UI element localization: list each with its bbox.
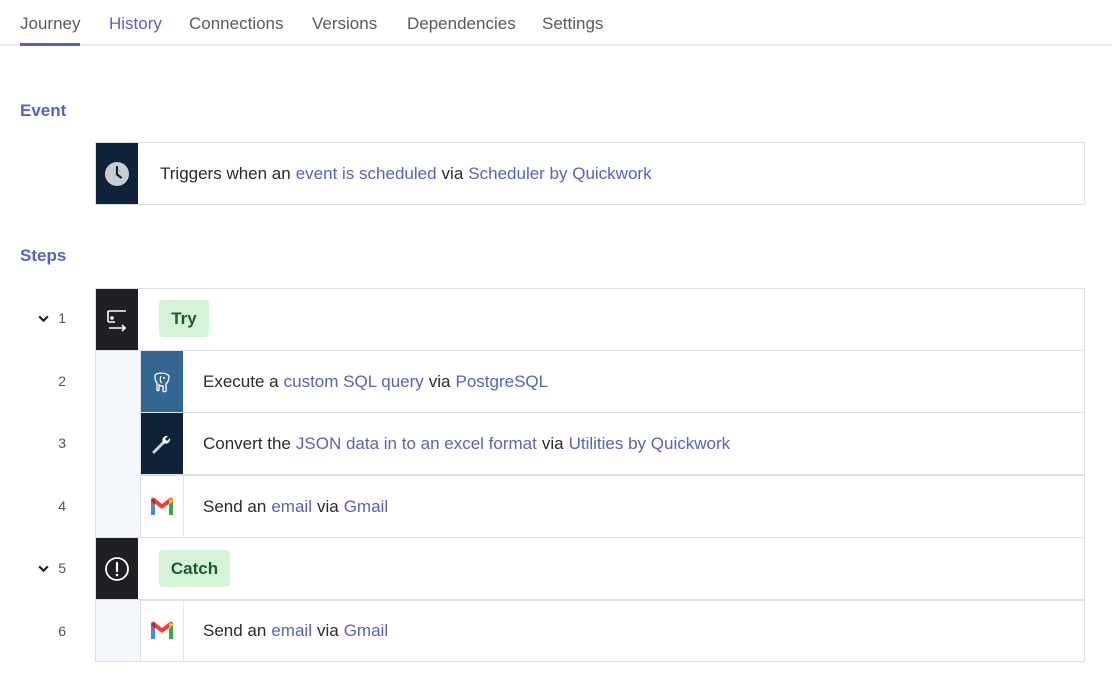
step-row-6[interactable]: Send an email via Gmail xyxy=(140,600,1085,662)
tab-journey[interactable]: Journey xyxy=(20,14,81,46)
tab-connections[interactable]: Connections xyxy=(189,14,284,34)
step-2-action-link[interactable]: custom SQL query xyxy=(284,372,424,392)
step-2-text: Execute a custom SQL query via PostgreSQ… xyxy=(203,371,549,392)
clock-icon xyxy=(96,143,138,204)
steps-section-title: Steps xyxy=(20,246,67,265)
event-app-link[interactable]: Scheduler by Quickwork xyxy=(468,164,651,184)
step-4-action-link[interactable]: email xyxy=(271,497,312,517)
step-number-4: 4 xyxy=(58,498,66,514)
gmail-icon xyxy=(141,476,184,537)
chevron-down-icon[interactable] xyxy=(37,312,50,325)
event-action-link[interactable]: event is scheduled xyxy=(296,164,437,184)
step-try-row[interactable]: Try xyxy=(95,288,1085,351)
step-2-app-link[interactable]: PostgreSQL xyxy=(456,372,549,392)
step-row-4[interactable]: Send an email via Gmail xyxy=(140,475,1085,538)
try-badge: Try xyxy=(159,300,209,337)
steps-container: Try Execute a custom SQL query via Postg… xyxy=(95,288,1085,662)
postgresql-elephant-icon xyxy=(141,351,183,412)
step-number-6: 6 xyxy=(58,623,66,639)
event-trigger-text: Triggers when an event is scheduled via … xyxy=(160,163,652,184)
try-block-icon xyxy=(96,289,138,350)
exclamation-circle-icon xyxy=(96,538,138,599)
event-section-title: Event xyxy=(20,101,67,120)
tab-dependencies[interactable]: Dependencies xyxy=(407,14,516,34)
step-3-app-link[interactable]: Utilities by Quickwork xyxy=(569,434,731,454)
catch-badge: Catch xyxy=(159,550,230,587)
event-trigger-card[interactable]: Triggers when an event is scheduled via … xyxy=(95,142,1085,205)
tab-history[interactable]: History xyxy=(109,14,162,34)
step-3-action-link[interactable]: JSON data in to an excel format xyxy=(296,434,537,454)
tab-settings[interactable]: Settings xyxy=(542,14,603,34)
chevron-down-icon[interactable] xyxy=(37,562,50,575)
step-number-5[interactable]: 5 xyxy=(30,558,66,578)
tab-versions[interactable]: Versions xyxy=(312,14,377,34)
step-number-3: 3 xyxy=(58,435,66,451)
step-6-action-link[interactable]: email xyxy=(271,621,312,641)
step-catch-row[interactable]: Catch xyxy=(95,537,1085,600)
tab-bar: Journey History Connections Versions Dep… xyxy=(0,0,1112,46)
step-3-text: Convert the JSON data in to an excel for… xyxy=(203,433,731,454)
step-6-text: Send an email via Gmail xyxy=(203,621,389,641)
step-row-3[interactable]: Convert the JSON data in to an excel for… xyxy=(140,412,1085,475)
step-row-2[interactable]: Execute a custom SQL query via PostgreSQ… xyxy=(140,350,1085,413)
step-number-2: 2 xyxy=(58,373,66,389)
gmail-icon xyxy=(141,601,184,661)
step-4-app-link[interactable]: Gmail xyxy=(344,497,388,517)
step-6-app-link[interactable]: Gmail xyxy=(344,621,388,641)
step-number-1[interactable]: 1 xyxy=(30,308,66,328)
wrench-icon xyxy=(141,413,183,474)
step-4-text: Send an email via Gmail xyxy=(203,496,389,517)
